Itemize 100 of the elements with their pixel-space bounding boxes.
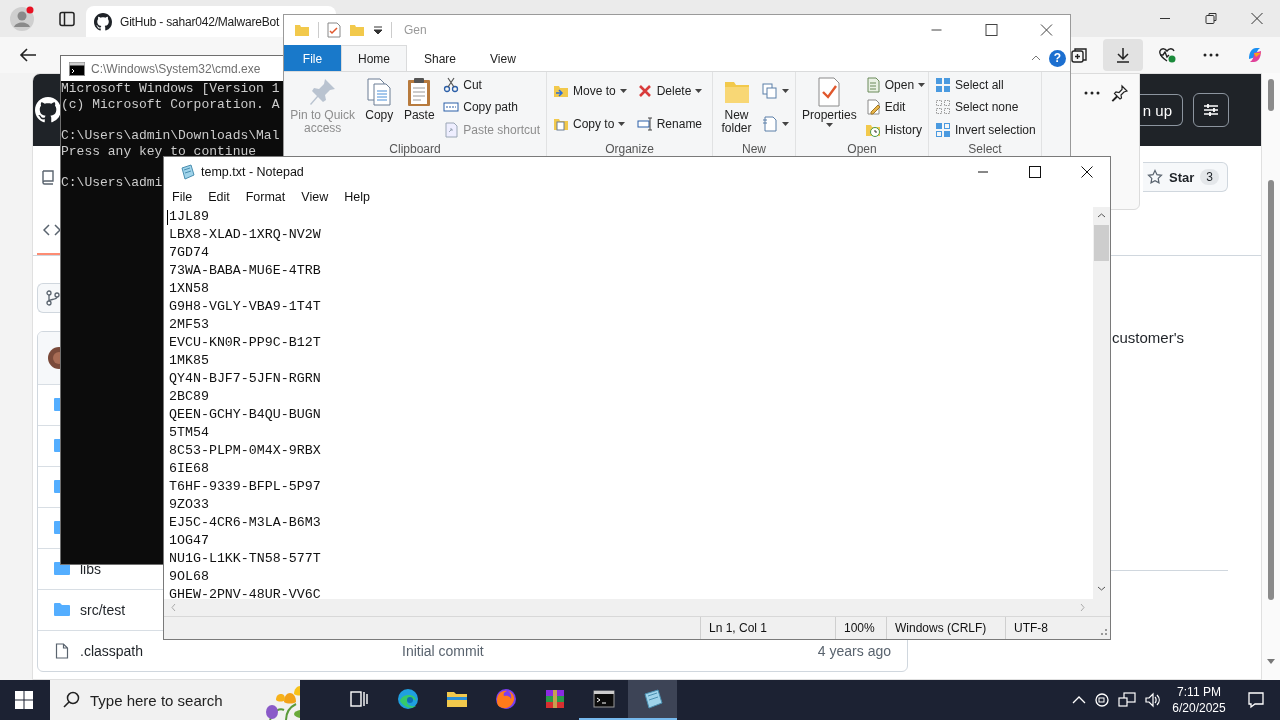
commit-age: 4 years ago <box>817 643 891 659</box>
text-line: 1XN58 <box>169 280 209 298</box>
status-text: Windows (CRLF) <box>886 617 1005 639</box>
dropdown-caret-icon[interactable] <box>618 122 626 127</box>
ribbon-button[interactable]: Copy <box>361 74 398 141</box>
text-line: LBX8-XLAD-1XRQ-NV2W <box>169 226 321 244</box>
ribbon-button[interactable]: Invert selection <box>935 120 1036 140</box>
text-line: 2MF53 <box>169 316 209 334</box>
dropdown-caret-icon[interactable] <box>619 88 627 93</box>
ribbon-tab[interactable]: View <box>473 45 533 71</box>
menu-item[interactable]: Format <box>237 190 294 204</box>
pin-icon[interactable] <box>1111 84 1129 102</box>
text-caret <box>167 210 168 225</box>
ribbon-button[interactable]: Cut <box>443 75 540 95</box>
ribbon-button[interactable]: Copy to <box>553 114 627 134</box>
text-line: 8C53-PLPM-0M4X-9RBX <box>169 442 321 460</box>
dropdown-caret-icon[interactable] <box>782 122 789 127</box>
search-icon <box>62 691 80 709</box>
grid-icon <box>935 121 951 138</box>
grid-icon <box>935 99 951 116</box>
dropdown-caret-icon[interactable] <box>782 88 789 93</box>
ribbon-button[interactable] <box>762 114 789 134</box>
health-icon[interactable] <box>1158 46 1176 64</box>
ribbon-button[interactable]: Properties <box>800 74 859 141</box>
group-label: Clipboard <box>388 141 442 157</box>
ribbon-button[interactable]: Move to <box>553 81 627 101</box>
collections-icon[interactable] <box>1070 46 1088 64</box>
ribbon-button[interactable]: Edit <box>864 98 926 117</box>
ribbon-button[interactable]: Rename <box>636 114 703 134</box>
copy-folder-icon <box>553 116 569 133</box>
ribbon-tab[interactable]: Home <box>341 45 407 71</box>
notification-icon[interactable] <box>1247 691 1265 709</box>
properties-icon[interactable] <box>327 22 341 38</box>
ribbon-button[interactable]: Copy path <box>443 98 540 117</box>
file-name[interactable]: .classpath <box>80 643 144 659</box>
delete-icon <box>636 82 653 99</box>
window-title: temp.txt - Notepad <box>201 165 304 179</box>
text-line: NU1G-L1KK-TN58-577T <box>169 550 321 568</box>
menu-item[interactable]: Help <box>336 190 378 204</box>
menu-item[interactable]: View <box>293 190 337 204</box>
text-line: 5TM54 <box>169 424 209 442</box>
logo-icon <box>94 12 112 31</box>
ribbon-tab[interactable]: Share <box>407 45 474 71</box>
assistant-icon[interactable] <box>1246 46 1264 64</box>
ribbon-button[interactable]: History <box>864 120 926 140</box>
document-icon <box>762 116 778 133</box>
ribbon-button[interactable] <box>762 81 789 101</box>
network-icon[interactable] <box>1118 692 1136 708</box>
ribbon-button[interactable]: New folder <box>717 74 756 141</box>
download-icon[interactable] <box>1114 46 1132 64</box>
file-icon <box>54 643 70 659</box>
text-line: T6HF-9339-BFPL-5P97 <box>169 478 321 496</box>
ribbon-tab[interactable]: File <box>284 45 341 71</box>
menu-item[interactable]: File <box>164 190 201 204</box>
collapse-ribbon-icon[interactable] <box>1031 54 1041 62</box>
search-field[interactable]: Type here to search <box>90 691 240 709</box>
rename-icon <box>636 116 653 133</box>
dropdown-caret-icon[interactable] <box>695 88 703 93</box>
task-view-icon[interactable] <box>348 689 369 709</box>
chevron-up-icon[interactable] <box>1072 695 1086 705</box>
status-text: UTF-8 <box>1005 617 1093 639</box>
clock[interactable]: 7:11 PM 6/20/2025 <box>1170 684 1228 716</box>
window-title: Gen <box>404 23 427 37</box>
console-line: Press any key to continue <box>61 143 257 159</box>
logo-icon[interactable] <box>35 97 61 123</box>
file-name[interactable]: src/test <box>80 602 126 618</box>
help-button[interactable]: ? <box>1049 49 1066 67</box>
dropdown-caret-icon[interactable] <box>825 123 833 127</box>
star-count: 3 <box>1200 169 1219 185</box>
dropdown-caret-icon[interactable] <box>918 83 926 88</box>
customize-caret-icon[interactable] <box>373 26 383 34</box>
edit-icon <box>864 99 881 116</box>
camera-icon[interactable] <box>1094 692 1110 708</box>
profile-icon[interactable] <box>8 4 36 33</box>
vertical-scrollbar[interactable] <box>1093 207 1110 599</box>
text-line: 1MK85 <box>169 352 209 370</box>
branch-button[interactable] <box>37 283 60 313</box>
ribbon-button[interactable]: Open <box>864 75 926 95</box>
ribbon-button[interactable]: Select none <box>935 98 1036 117</box>
search-box[interactable]: Type here to search <box>50 680 300 720</box>
text-line: EJ5C-4CR6-M3LA-B6M3 <box>169 514 321 532</box>
commit-message[interactable]: Initial commit <box>402 643 484 659</box>
taskbar-app[interactable] <box>628 680 677 720</box>
text-line: 6IE68 <box>169 460 209 478</box>
text-line: QY4N-BJF7-5JFN-RGRN <box>169 370 321 388</box>
tab-list-icon[interactable] <box>58 9 76 28</box>
text-line: 73WA-BABA-MU6E-4TRB <box>169 262 321 280</box>
menu-item[interactable]: Edit <box>200 190 238 204</box>
console-line: (c) Microsoft Corporation. A <box>61 96 280 112</box>
volume-icon[interactable] <box>1144 692 1162 708</box>
star-button[interactable]: Star 3 <box>1143 162 1228 192</box>
grid-icon <box>935 77 951 94</box>
text-line: 2BC89 <box>169 388 209 406</box>
ribbon-button[interactable]: Delete <box>636 81 703 101</box>
group-label: New <box>741 141 767 157</box>
ribbon-button[interactable]: Select all <box>935 75 1036 95</box>
ribbon-button[interactable]: Paste <box>401 74 438 141</box>
new-item-icon <box>762 82 778 99</box>
text-line: 9OL68 <box>169 568 209 586</box>
filter-button[interactable] <box>1193 93 1229 127</box>
